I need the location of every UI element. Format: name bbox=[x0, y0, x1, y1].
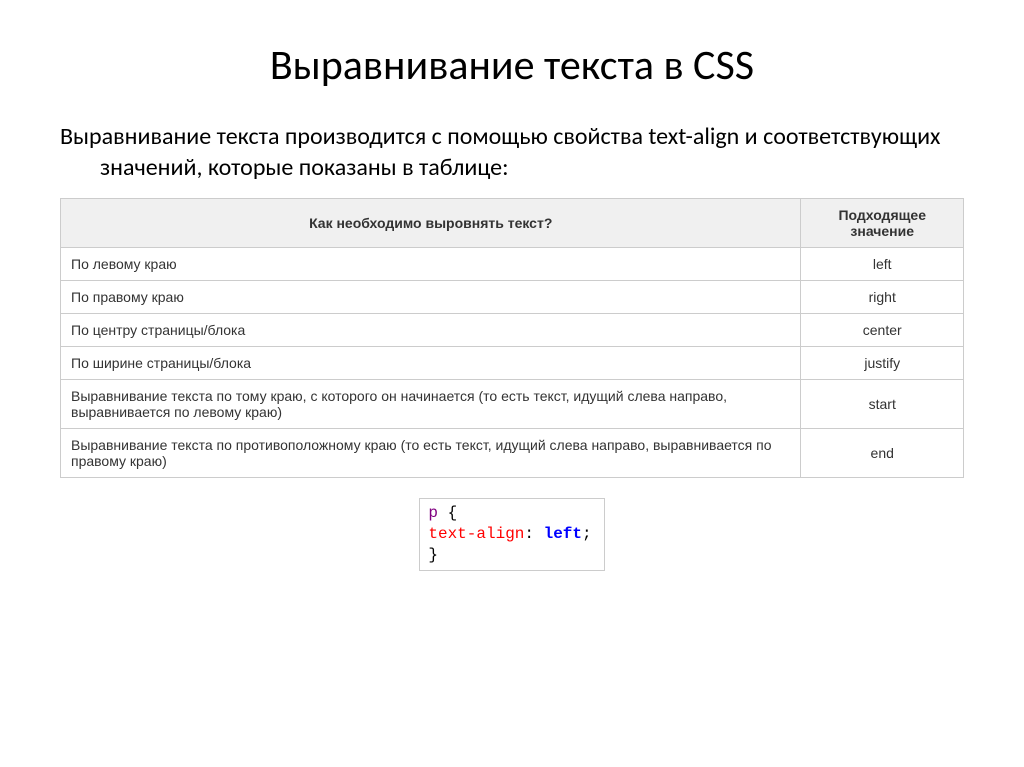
values-table: Как необходимо выровнять текст? Подходящ… bbox=[60, 198, 964, 478]
table-row: По центру страницы/блока center bbox=[61, 314, 964, 347]
table-row: По ширине страницы/блока justify bbox=[61, 347, 964, 380]
table-cell-value: right bbox=[801, 281, 964, 314]
table-cell-desc: По ширине страницы/блока bbox=[61, 347, 801, 380]
table-row: По правому краю right bbox=[61, 281, 964, 314]
table-cell-value: start bbox=[801, 380, 964, 429]
code-example: p { text-align: left; } bbox=[60, 498, 964, 570]
table-cell-desc: Выравнивание текста по тому краю, с кото… bbox=[61, 380, 801, 429]
slide-title: Выравнивание текста в CSS bbox=[60, 40, 964, 91]
table-cell-value: center bbox=[801, 314, 964, 347]
table-cell-desc: По правому краю bbox=[61, 281, 801, 314]
table-row: Выравнивание текста по тому краю, с кото… bbox=[61, 380, 964, 429]
table-cell-value: end bbox=[801, 429, 964, 478]
table-header-value: Подходящее значение bbox=[801, 199, 964, 248]
code-semicolon: ; bbox=[582, 525, 592, 543]
table-cell-value: left bbox=[801, 248, 964, 281]
code-inner: p { text-align: left; } bbox=[419, 498, 604, 570]
code-brace-open: { bbox=[438, 504, 457, 522]
code-selector: p bbox=[428, 504, 438, 522]
table-row: Выравнивание текста по противоположному … bbox=[61, 429, 964, 478]
table-cell-desc: По центру страницы/блока bbox=[61, 314, 801, 347]
table-header-question: Как необходимо выровнять текст? bbox=[61, 199, 801, 248]
table-cell-value: justify bbox=[801, 347, 964, 380]
code-brace-close: } bbox=[428, 546, 438, 564]
table-row: По левому краю left bbox=[61, 248, 964, 281]
code-colon: : bbox=[524, 525, 543, 543]
table-cell-desc: По левому краю bbox=[61, 248, 801, 281]
intro-paragraph: Выравнивание текста производится с помощ… bbox=[60, 121, 964, 183]
code-value: left bbox=[544, 525, 582, 543]
code-property: text-align bbox=[428, 525, 524, 543]
table-cell-desc: Выравнивание текста по противоположному … bbox=[61, 429, 801, 478]
